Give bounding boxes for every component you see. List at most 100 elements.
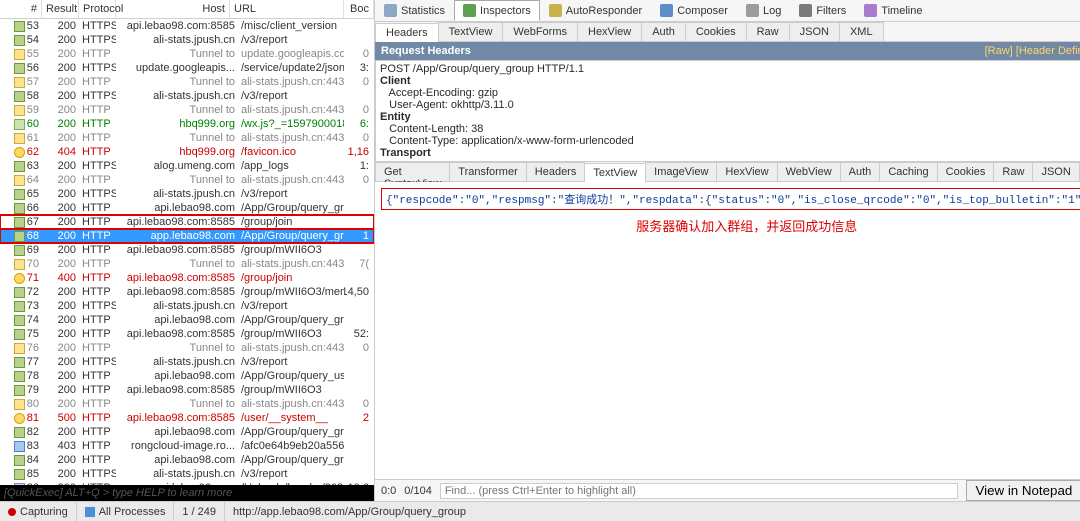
session-row[interactable]: 85200HTTPSali-stats.jpush.cn/v3/report [0,467,374,481]
session-row[interactable]: 60200HTTPhbq999.org/wx.js?_=159790001873… [0,117,374,131]
session-row[interactable]: 56200HTTPSupdate.googleapis.../service/u… [0,61,374,75]
quickexec-bar[interactable]: [QuickExec] ALT+Q > type HELP to learn m… [0,485,374,501]
session-row[interactable]: 77200HTTPSali-stats.jpush.cn/v3/report [0,355,374,369]
resp-tab-get-syntaxview[interactable]: Get SyntaxView [375,162,450,181]
request-headers-links[interactable]: [Raw] [Header Definitions] [985,45,1080,57]
session-row[interactable]: 81500HTTPapi.lebao98.com:8585/user/__sys… [0,411,374,425]
session-row[interactable]: 68200HTTPapp.lebao98.com/App/Group/query… [0,229,374,243]
session-row[interactable]: 71400HTTPapi.lebao98.com:8585/group/join [0,271,374,285]
req-tab-json[interactable]: JSON [789,22,840,41]
session-type-icon [14,21,25,32]
status-bar: Capturing All Processes 1 / 249 http://a… [0,501,1080,521]
response-note: 服务器确认加入群组，并返回成功信息 [381,216,1080,235]
processes-icon [85,507,95,517]
session-type-icon [14,217,25,228]
session-row[interactable]: 63200HTTPSalog.umeng.com/app_logs1: [0,159,374,173]
session-row[interactable]: 55200HTTPTunnel toupdate.googleapis.com:… [0,47,374,61]
col-host[interactable]: Host [116,0,230,18]
toolbar-inspectors[interactable]: Inspectors [454,0,540,21]
session-type-icon [14,133,25,144]
session-row[interactable]: 70200HTTPTunnel toali-stats.jpush.cn:443… [0,257,374,271]
session-row[interactable]: 67200HTTPapi.lebao98.com:8585/group/join [0,215,374,229]
session-row[interactable]: 80200HTTPTunnel toali-stats.jpush.cn:443… [0,397,374,411]
req-tab-hexview[interactable]: HexView [577,22,642,41]
session-row[interactable]: 53200HTTPSapi.lebao98.com:8585/misc/clie… [0,19,374,33]
req-tab-textview[interactable]: TextView [438,22,504,41]
session-row[interactable]: 65200HTTPSali-stats.jpush.cn/v3/report [0,187,374,201]
session-row[interactable]: 78200HTTPapi.lebao98.com/App/Group/query… [0,369,374,383]
req-tab-cookies[interactable]: Cookies [685,22,747,41]
session-type-icon [14,147,25,158]
session-row[interactable]: 76200HTTPTunnel toali-stats.jpush.cn:443… [0,341,374,355]
resp-tab-imageview[interactable]: ImageView [645,162,717,181]
session-row[interactable]: 73200HTTPSali-stats.jpush.cn/v3/report [0,299,374,313]
col-url[interactable]: URL [230,0,344,18]
session-row[interactable]: 75200HTTPapi.lebao98.com:8585/group/mWII… [0,327,374,341]
toolbar-filters[interactable]: Filters [790,0,855,21]
toolbar-log[interactable]: Log [737,0,790,21]
req-tab-xml[interactable]: XML [839,22,884,41]
view-in-notepad-button[interactable]: View in Notepad [966,480,1080,501]
session-type-icon [14,49,25,60]
session-row[interactable]: 84200HTTPapi.lebao98.com/App/Group/query… [0,453,374,467]
request-headers-body[interactable]: POST /App/Group/query_group HTTP/1.1Clie… [375,60,1080,162]
resp-tab-webview[interactable]: WebView [777,162,841,181]
response-body[interactable]: {"respcode":"0","respmsg":"查询成功！","respd… [375,182,1080,479]
toolbar-timeline[interactable]: Timeline [855,0,931,21]
session-row[interactable]: 79200HTTPapi.lebao98.com:8585/group/mWII… [0,383,374,397]
response-json[interactable]: {"respcode":"0","respmsg":"查询成功！","respd… [381,188,1080,210]
toolbar-statistics[interactable]: Statistics [375,0,454,21]
resp-tab-hexview[interactable]: HexView [716,162,777,181]
req-tab-webforms[interactable]: WebForms [502,22,578,41]
request-header-line: Content-Type: application/x-www-form-url… [380,135,1080,147]
session-row[interactable]: 72200HTTPapi.lebao98.com:8585/group/mWII… [0,285,374,299]
session-row[interactable]: 82200HTTPapi.lebao98.com/App/Group/query… [0,425,374,439]
session-row[interactable]: 61200HTTPTunnel toali-stats.jpush.cn:443… [0,131,374,145]
resp-tab-textview[interactable]: TextView [584,163,646,182]
request-header-line: User-Agent: okhttp/3.11.0 [380,99,1080,111]
inspector-pane: StatisticsInspectorsAutoResponderCompose… [375,0,1080,501]
session-row[interactable]: 59200HTTPTunnel toali-stats.jpush.cn:443… [0,103,374,117]
session-type-icon [14,315,25,326]
resp-tab-json[interactable]: JSON [1032,162,1079,181]
session-type-icon [14,203,25,214]
sessions-list[interactable]: 53200HTTPSapi.lebao98.com:8585/misc/clie… [0,19,374,485]
col-num[interactable]: # [0,0,42,18]
resp-tab-cookies[interactable]: Cookies [937,162,995,181]
resp-tab-transformer[interactable]: Transformer [449,162,527,181]
session-type-icon [14,245,25,256]
capturing-indicator[interactable]: Capturing [0,502,77,521]
session-row[interactable]: 74200HTTPapi.lebao98.com/App/Group/query… [0,313,374,327]
processes-filter[interactable]: All Processes [77,502,175,521]
toolbar-autoresponder[interactable]: AutoResponder [540,0,651,21]
session-row[interactable]: 57200HTTPTunnel toali-stats.jpush.cn:443… [0,75,374,89]
sessions-columns[interactable]: # Result Protocol Host URL Boc [0,0,374,19]
session-row[interactable]: 69200HTTPapi.lebao98.com:8585/group/mWII… [0,243,374,257]
session-type-icon [14,455,25,466]
response-tabs: Get SyntaxViewTransformerHeadersTextView… [375,162,1080,182]
req-tab-auth[interactable]: Auth [641,22,686,41]
response-footer: 0:0 0/104 View in Notepad ... [375,479,1080,501]
req-tab-headers[interactable]: Headers [375,23,439,42]
col-body[interactable]: Boc [344,0,374,18]
session-type-icon [14,287,25,298]
toolbar-composer[interactable]: Composer [651,0,737,21]
session-type-icon [14,413,25,424]
req-tab-raw[interactable]: Raw [746,22,790,41]
request-header-line: POST /App/Group/query_group HTTP/1.1 [380,63,1080,75]
log-icon [746,4,759,17]
find-input[interactable] [440,483,959,499]
session-row[interactable]: 62404HTTPhbq999.org/favicon.ico1,16 [0,145,374,159]
session-row[interactable]: 54200HTTPSali-stats.jpush.cn/v3/report [0,33,374,47]
session-row[interactable]: 58200HTTPSali-stats.jpush.cn/v3/report [0,89,374,103]
resp-tab-caching[interactable]: Caching [879,162,937,181]
session-row[interactable]: 83403HTTProngcloud-image.ro.../afc0e64b9… [0,439,374,453]
resp-tab-auth[interactable]: Auth [840,162,881,181]
col-protocol[interactable]: Protocol [79,0,116,18]
session-type-icon [14,161,25,172]
session-row[interactable]: 64200HTTPTunnel toali-stats.jpush.cn:443… [0,173,374,187]
session-row[interactable]: 66200HTTPapi.lebao98.com/App/Group/query… [0,201,374,215]
resp-tab-headers[interactable]: Headers [526,162,586,181]
col-result[interactable]: Result [42,0,79,18]
resp-tab-raw[interactable]: Raw [993,162,1033,181]
